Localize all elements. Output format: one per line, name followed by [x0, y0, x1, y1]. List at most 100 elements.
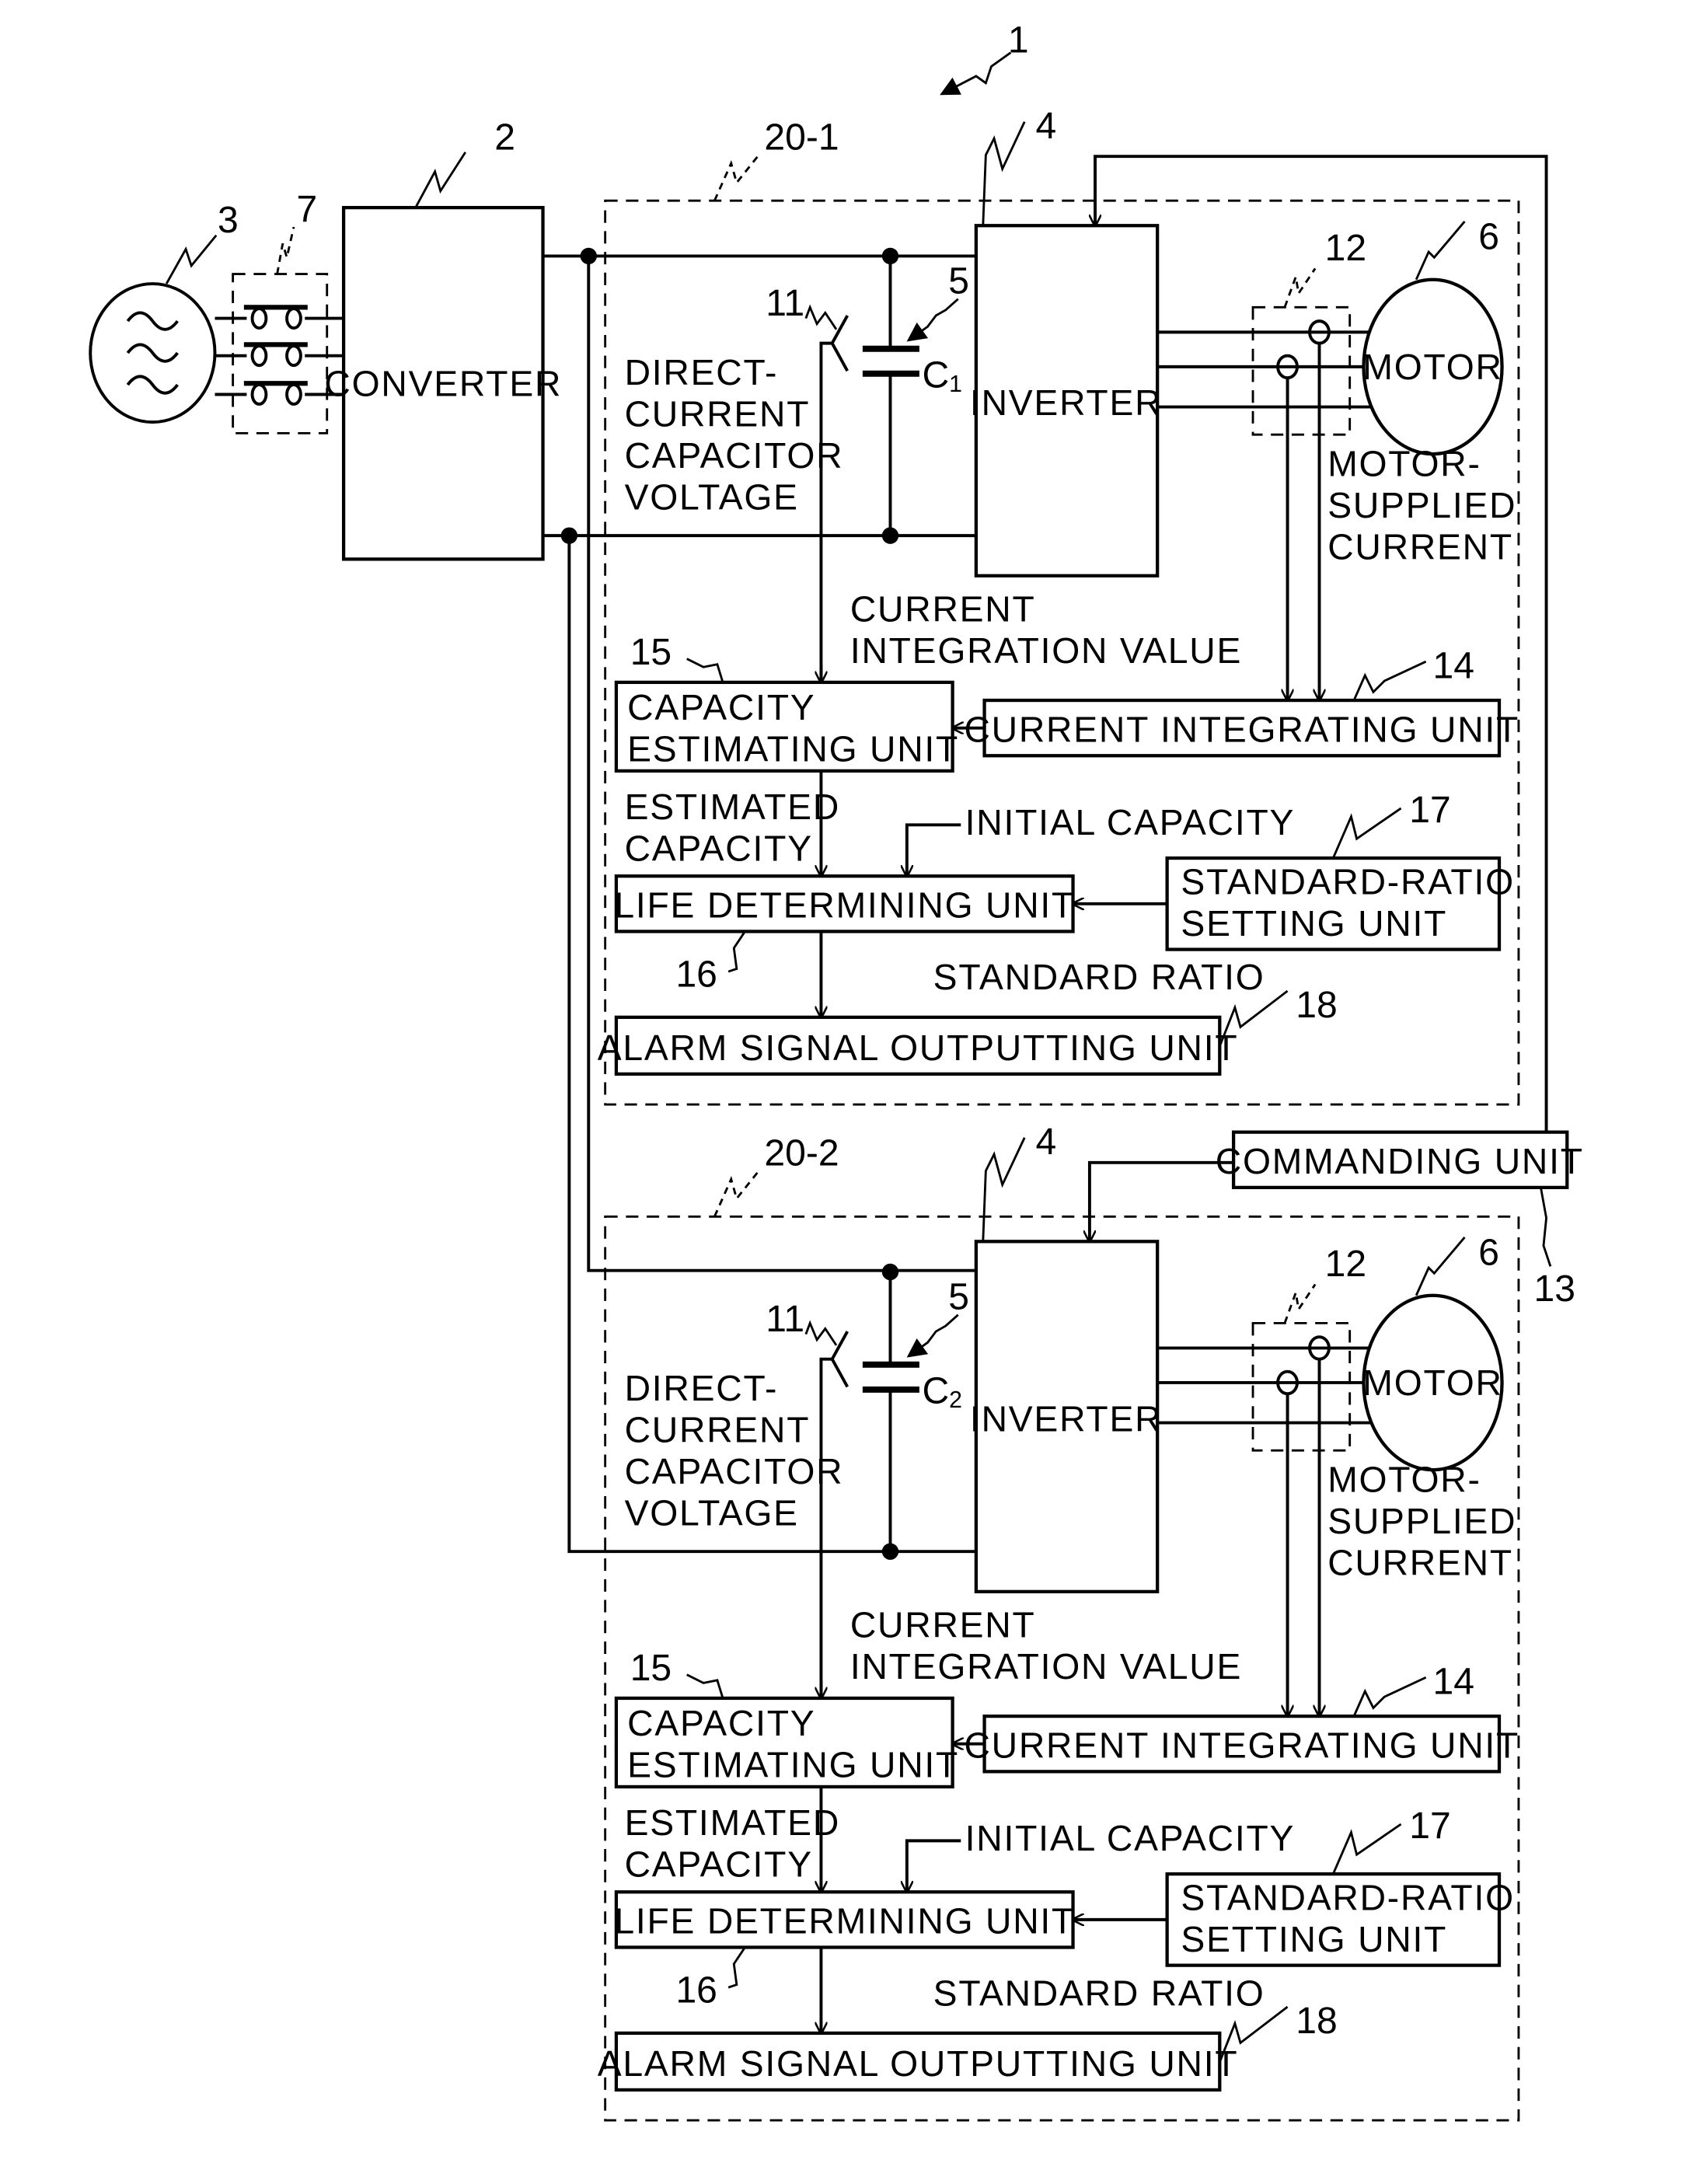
motor-label: MOTOR [1362, 1362, 1502, 1403]
voltage-label-1: CURRENT [625, 1410, 811, 1450]
estimated-0: ESTIMATED [625, 787, 840, 827]
capacity-estimating-1: ESTIMATING UNIT [627, 728, 959, 769]
standard-ratio-label: STANDARD RATIO [933, 957, 1265, 997]
diagram-stroke [1332, 1823, 1402, 1875]
diagram-stroke [907, 823, 961, 876]
diagram-stroke [819, 1331, 849, 1697]
diagram-stroke [686, 658, 724, 683]
inverter-label: INVERTER [970, 382, 1162, 423]
motor-drive-block-diagram: 1 3 7 CONVERTER 2 COMMANDING UNIT 13 20-… [89, 19, 1584, 2122]
diagram-stroke: C [922, 1370, 949, 1412]
estimated-1: CAPACITY [625, 829, 813, 869]
unit-ref: 20-2 [764, 1132, 839, 1174]
diagram-stroke [906, 298, 959, 342]
motor-label: MOTOR [1362, 347, 1502, 387]
standard-ratio-0: STANDARD-RATIO [1181, 1877, 1514, 1917]
command-line-unit-2 [1090, 1160, 1234, 1242]
standard-ratio-ref: 17 [1409, 789, 1450, 831]
current-sensor-box [1251, 305, 1352, 436]
system-ref-label: 1 [1008, 19, 1029, 61]
current-integrating-ref: 14 [1433, 1661, 1474, 1703]
motor-current-1: SUPPLIED [1327, 1501, 1516, 1541]
diagram-stroke [804, 1320, 838, 1346]
initial-label: INITIAL CAPACITY [965, 1818, 1296, 1858]
motor-ref: 6 [1478, 216, 1499, 258]
standard-ratio-1: SETTING UNIT [1181, 1919, 1447, 1959]
current-sensor-box [1251, 1321, 1352, 1452]
diagram-stroke [713, 154, 760, 201]
capacity-estimating-0: CAPACITY [627, 1703, 815, 1743]
diagram-stroke: C [922, 354, 949, 396]
converter-label: CONVERTER [324, 363, 562, 403]
alarm-label: ALARM SIGNAL OUTPUTTING UNIT [598, 1027, 1239, 1068]
inverter-ref: 4 [1035, 105, 1056, 147]
voltage-label-3: VOLTAGE [625, 476, 799, 517]
life-determining-label: LIFE DETERMINING UNIT [614, 885, 1075, 926]
diagram-stroke [819, 315, 849, 682]
standard-ratio-0: STANDARD-RATIO [1181, 861, 1514, 902]
capacity-estimating-0: CAPACITY [627, 687, 815, 727]
capacity-estimating-ref: 15 [630, 631, 672, 673]
diagram-stroke: 1 [949, 372, 962, 397]
integration-1: INTEGRATION VALUE [850, 630, 1242, 671]
capacitor-name: C1 [922, 354, 962, 397]
unit-ref: 20-1 [764, 116, 839, 158]
commanding-unit-ref: 13 [1534, 1268, 1575, 1310]
sine-wave-icon [126, 311, 179, 331]
current-sensor-ref: 12 [1325, 227, 1366, 269]
motor-current-0: MOTOR- [1327, 444, 1481, 484]
motor-current-2: CURRENT [1327, 526, 1513, 567]
standard-ratio-ref: 17 [1409, 1805, 1450, 1847]
motor-ref: 6 [1478, 1232, 1499, 1274]
diagram-stroke: 2 [949, 1387, 962, 1413]
current-integrating-label: CURRENT INTEGRATING UNIT [964, 709, 1519, 749]
converter: CONVERTER 2 [324, 116, 562, 561]
diagram-stroke [727, 1946, 746, 1989]
capacitor-ref: 5 [948, 1276, 969, 1318]
system-reference: 1 [940, 19, 1029, 96]
ac-source-ref: 3 [218, 199, 239, 241]
integration-0: CURRENT [850, 1605, 1036, 1645]
alarm-ref: 18 [1296, 984, 1337, 1026]
diagram-stroke [1332, 807, 1402, 859]
voltage-detector-ref: 11 [766, 1298, 804, 1340]
diagram-stroke [1283, 1283, 1317, 1324]
estimated-1: CAPACITY [625, 1844, 813, 1885]
current-integrating-label: CURRENT INTEGRATING UNIT [964, 1725, 1519, 1766]
life-determining-ref: 16 [675, 1969, 717, 2011]
voltage-label-1: CURRENT [625, 393, 811, 434]
diagram-stroke [907, 1839, 961, 1892]
diagram-stroke [982, 1137, 1026, 1242]
standard-ratio-label: STANDARD RATIO [933, 1973, 1265, 2013]
diagram-stroke [713, 1170, 760, 1217]
life-determining-label: LIFE DETERMINING UNIT [614, 1901, 1075, 1942]
voltage-label-3: VOLTAGE [625, 1492, 799, 1533]
life-determining-ref: 16 [675, 954, 717, 996]
converter-ref: 2 [494, 116, 515, 158]
inverter-ref: 4 [1035, 1121, 1056, 1163]
voltage-label-2: CAPACITOR [625, 1451, 844, 1491]
voltage-detector-ref: 11 [766, 282, 804, 324]
current-sensor-ref: 12 [1325, 1243, 1366, 1285]
motor-current-1: SUPPLIED [1327, 485, 1516, 525]
diagram-stroke [727, 930, 746, 973]
ac-source: 3 [89, 199, 239, 424]
integration-1: INTEGRATION VALUE [850, 1646, 1242, 1687]
inverter-label: INVERTER [970, 1398, 1162, 1439]
breaker-ref: 7 [297, 188, 318, 230]
diagram-stroke [1352, 660, 1427, 701]
alarm-ref: 18 [1296, 2000, 1337, 2042]
diagram-stroke [982, 121, 1026, 226]
diagram-stroke [1415, 220, 1466, 281]
commanding-unit-label: COMMANDING UNIT [1216, 1141, 1584, 1181]
motor-current-0: MOTOR- [1327, 1460, 1481, 1500]
diagram-stroke [906, 1314, 959, 1358]
capacitor-ref: 5 [948, 260, 969, 302]
capacity-estimating-ref: 15 [630, 1647, 672, 1689]
integration-0: CURRENT [850, 589, 1036, 630]
capacity-estimating-1: ESTIMATING UNIT [627, 1744, 959, 1785]
alarm-label: ALARM SIGNAL OUTPUTTING UNIT [598, 2043, 1239, 2084]
voltage-label-2: CAPACITOR [625, 435, 844, 476]
capacitor-name: C2 [922, 1370, 962, 1413]
motor-current-2: CURRENT [1327, 1542, 1513, 1582]
